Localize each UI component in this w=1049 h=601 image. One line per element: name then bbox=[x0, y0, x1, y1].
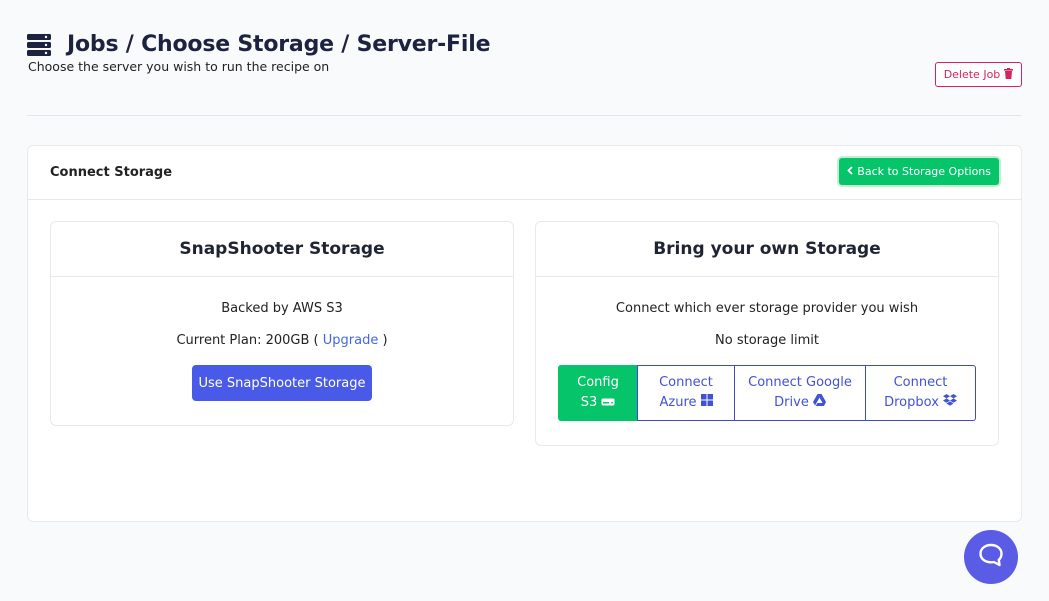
page-header: Jobs / Choose Storage / Server-File Choo… bbox=[27, 32, 1022, 87]
connect-azure-line2: Azure bbox=[659, 395, 697, 410]
delete-job-label: Delete Job bbox=[943, 68, 1001, 81]
chevron-left-icon bbox=[847, 165, 853, 178]
current-plan-text: Current Plan: 200GB ( Upgrade ) bbox=[51, 333, 513, 348]
connect-google-drive-button[interactable]: Connect Google Drive bbox=[734, 365, 866, 421]
hdd-icon bbox=[601, 393, 615, 413]
use-snapshooter-storage-button[interactable]: Use SnapShooter Storage bbox=[192, 365, 372, 401]
byos-panel-title: Bring your own Storage bbox=[536, 222, 998, 277]
storage-provider-button-group: Config S3 Connect Azure Connect Google D… bbox=[558, 365, 976, 421]
connect-google-drive-line2: Drive bbox=[774, 395, 809, 410]
connect-azure-line1: Connect bbox=[659, 375, 713, 390]
header-divider bbox=[27, 115, 1022, 116]
trash-icon bbox=[1004, 67, 1014, 82]
page-title: Jobs / Choose Storage / Server-File bbox=[67, 32, 491, 57]
backed-by-text: Backed by AWS S3 bbox=[221, 301, 343, 316]
card-header: Connect Storage Back to Storage Options bbox=[28, 146, 1021, 200]
snapshooter-panel-title: SnapShooter Storage bbox=[51, 222, 513, 277]
chat-bubble-icon bbox=[978, 543, 1004, 571]
bring-your-own-storage-panel: Bring your own Storage Connect which eve… bbox=[535, 221, 999, 446]
no-storage-limit-text: No storage limit bbox=[715, 333, 819, 348]
plan-suffix: ) bbox=[382, 333, 388, 348]
snapshooter-storage-panel: SnapShooter Storage Backed by AWS S3 Cur… bbox=[50, 221, 514, 426]
chat-support-button[interactable] bbox=[964, 530, 1018, 584]
server-icon bbox=[27, 33, 51, 56]
back-label: Back to Storage Options bbox=[857, 165, 991, 178]
plan-prefix: Current Plan: 200GB ( bbox=[176, 333, 319, 348]
connect-storage-card: Connect Storage Back to Storage Options … bbox=[27, 145, 1022, 522]
connect-google-drive-line1: Connect Google bbox=[748, 375, 852, 390]
page-subtitle: Choose the server you wish to run the re… bbox=[28, 59, 330, 74]
title-row: Jobs / Choose Storage / Server-File bbox=[27, 32, 1022, 57]
delete-job-button[interactable]: Delete Job bbox=[935, 62, 1022, 87]
connect-dropbox-line2: Dropbox bbox=[884, 395, 939, 410]
connect-dropbox-line1: Connect bbox=[893, 375, 948, 390]
byos-description: Connect which ever storage provider you … bbox=[615, 301, 919, 316]
google-drive-icon bbox=[812, 393, 826, 413]
connect-azure-button[interactable]: Connect Azure bbox=[637, 365, 735, 421]
card-title: Connect Storage bbox=[50, 165, 173, 180]
connect-dropbox-button[interactable]: Connect Dropbox bbox=[865, 365, 976, 421]
upgrade-link[interactable]: Upgrade bbox=[323, 333, 379, 348]
back-to-storage-options-button[interactable]: Back to Storage Options bbox=[839, 158, 999, 185]
windows-icon bbox=[700, 393, 713, 413]
config-s3-line2: S3 bbox=[580, 395, 598, 410]
config-s3-button[interactable]: Config S3 bbox=[558, 365, 638, 421]
dropbox-icon bbox=[942, 393, 957, 413]
config-s3-line1: Config bbox=[577, 375, 619, 390]
